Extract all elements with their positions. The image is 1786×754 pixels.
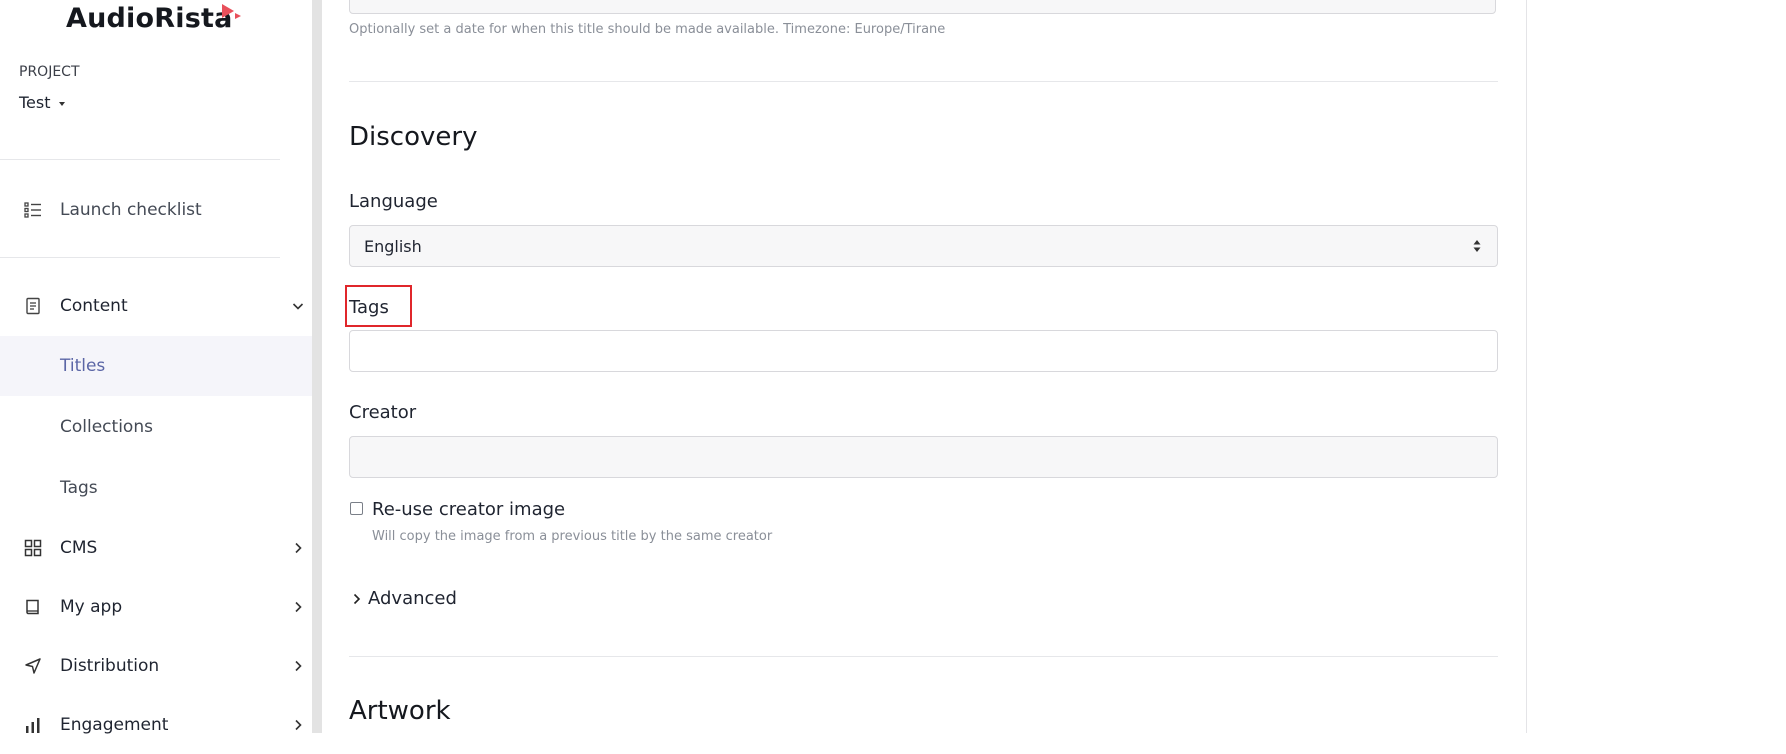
checklist-icon bbox=[24, 202, 41, 218]
sidebar-subitem-titles[interactable]: Titles bbox=[0, 336, 312, 396]
language-select[interactable]: English bbox=[349, 225, 1498, 267]
chevron-right-icon bbox=[295, 601, 302, 613]
creator-input[interactable] bbox=[349, 436, 1498, 478]
availability-help-text: Optionally set a date for when this titl… bbox=[349, 22, 946, 37]
chevron-right-icon bbox=[295, 719, 302, 731]
sidebar-item-launch-checklist[interactable]: Launch checklist bbox=[0, 181, 312, 239]
sidebar: AudioRista PROJECT Test Launch checklist… bbox=[0, 0, 312, 735]
caret-down-icon bbox=[58, 101, 65, 106]
sidebar-item-label: Engagement bbox=[60, 715, 169, 735]
project-label: PROJECT bbox=[19, 64, 80, 80]
chevron-right-icon bbox=[295, 542, 302, 554]
chevron-down-icon bbox=[292, 303, 304, 310]
sidebar-item-distribution[interactable]: Distribution bbox=[0, 637, 312, 695]
sidebar-divider bbox=[0, 159, 280, 160]
chevron-right-icon bbox=[353, 593, 361, 604]
sidebar-item-label: My app bbox=[60, 597, 123, 617]
sidebar-subitem-label: Collections bbox=[60, 417, 153, 437]
chevron-right-icon bbox=[295, 660, 302, 672]
book-icon bbox=[26, 599, 39, 615]
project-name: Test bbox=[19, 93, 51, 112]
sidebar-item-label: CMS bbox=[60, 538, 98, 558]
sidebar-divider bbox=[0, 257, 280, 258]
artwork-section-title: Artwork bbox=[349, 696, 451, 726]
section-divider bbox=[349, 81, 1498, 82]
discovery-section-title: Discovery bbox=[349, 122, 478, 152]
creator-label: Creator bbox=[349, 402, 417, 423]
sidebar-subitem-tags[interactable]: Tags bbox=[0, 458, 312, 518]
reuse-creator-image-checkbox[interactable] bbox=[350, 502, 363, 515]
play-logo-icon bbox=[222, 4, 241, 19]
bar-chart-icon bbox=[26, 718, 40, 733]
sidebar-scrollbar[interactable] bbox=[312, 0, 322, 733]
language-label: Language bbox=[349, 191, 438, 212]
project-selector[interactable]: Test bbox=[19, 93, 65, 112]
sidebar-item-content[interactable]: Content bbox=[0, 277, 312, 335]
sidebar-subitem-collections[interactable]: Collections bbox=[0, 397, 312, 457]
sidebar-item-label: Distribution bbox=[60, 656, 160, 676]
document-icon bbox=[26, 297, 40, 315]
grid-icon bbox=[24, 539, 42, 557]
tags-label-highlight bbox=[345, 285, 412, 327]
tags-input[interactable] bbox=[349, 330, 1498, 372]
availability-date-input[interactable] bbox=[349, 0, 1496, 14]
sidebar-item-label: Launch checklist bbox=[60, 200, 202, 220]
reuse-creator-image-help: Will copy the image from a previous titl… bbox=[372, 529, 773, 544]
language-selected-value: English bbox=[364, 237, 422, 256]
select-arrows-icon bbox=[1473, 240, 1481, 252]
sidebar-subitem-label: Titles bbox=[60, 356, 106, 376]
advanced-toggle[interactable]: Advanced bbox=[352, 588, 457, 609]
reuse-creator-image-label[interactable]: Re-use creator image bbox=[372, 499, 565, 520]
app-logo[interactable]: AudioRista bbox=[66, 3, 233, 34]
sidebar-item-cms[interactable]: CMS bbox=[0, 519, 312, 577]
sidebar-item-label: Content bbox=[60, 296, 128, 316]
section-divider bbox=[349, 656, 1498, 657]
send-icon bbox=[25, 658, 41, 674]
sidebar-subitem-label: Tags bbox=[60, 478, 98, 498]
advanced-label: Advanced bbox=[368, 588, 457, 609]
sidebar-item-engagement[interactable]: Engagement bbox=[0, 696, 312, 754]
sidebar-item-my-app[interactable]: My app bbox=[0, 578, 312, 636]
content-right-border bbox=[1526, 0, 1527, 733]
